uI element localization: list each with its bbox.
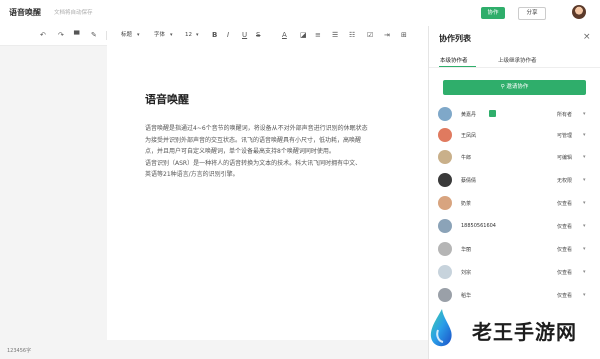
panel-title: 协作列表 (439, 34, 471, 43)
collaborator-row[interactable]: 华丽 仅查看 ▾ (429, 239, 600, 259)
table-icon[interactable]: ⊞ (401, 30, 407, 40)
collaborator-row[interactable]: 刘宗 仅查看 ▾ (429, 262, 600, 282)
collaborator-name: 18850561604 (461, 223, 496, 229)
font-color-icon[interactable]: A (282, 30, 287, 40)
collaborator-row[interactable]: 稻华 仅查看 ▾ (429, 285, 600, 305)
collaborator-name: 奶茶 (461, 201, 472, 207)
collaborator-row[interactable]: 18850561604 仅查看 ▾ (429, 216, 600, 236)
permission-label[interactable]: 仅查看 (557, 269, 572, 276)
chevron-down-icon[interactable]: ▾ (583, 246, 586, 252)
collaborator-row[interactable]: 牛郎 可编辑 ▾ (429, 147, 600, 167)
chevron-down-icon: ▾ (196, 32, 199, 38)
chevron-down-icon[interactable]: ▾ (583, 269, 586, 275)
invite-label: 邀请协作 (506, 84, 529, 90)
avatar (438, 173, 452, 187)
avatar (438, 128, 452, 142)
paragraph-line[interactable]: 语音识别（ASR）是一种将人的语音转换为文本的技术。科大讯飞同时拥有中文、 (145, 158, 428, 170)
collaborator-name: 王凤凤 (461, 133, 477, 139)
chevron-down-icon[interactable]: ▾ (583, 154, 586, 160)
avatar (438, 265, 452, 279)
collaborator-row[interactable]: 王凤凤 可管理 ▾ (429, 125, 600, 145)
heading-select[interactable]: 标题 (121, 30, 132, 40)
paragraph-line[interactable]: 点，并且用户可自定义唤醒词，单个设备最高支持8个唤醒词同时使用。 (145, 146, 428, 158)
tab-direct-collaborators[interactable]: 本级协作者 (440, 56, 468, 64)
permission-label[interactable]: 无权限 (557, 177, 572, 184)
permission-label[interactable]: 仅查看 (557, 246, 572, 253)
permission-label[interactable]: 仅查看 (557, 223, 572, 230)
collaborator-row[interactable]: 黄嘉丹 所有者 ▾ (429, 104, 600, 124)
bullet-list-icon[interactable]: ☰ (332, 30, 338, 40)
bold-icon[interactable]: B (212, 30, 217, 40)
invite-collaborator-button[interactable]: ⚲ 邀请协作 (443, 80, 586, 95)
collaborator-name: 牛郎 (461, 155, 472, 161)
paragraph-line[interactable]: 英语等21种语言/方言的识别引擎。 (145, 169, 428, 181)
highlight-icon[interactable]: ◪ (300, 30, 307, 40)
indent-icon[interactable]: ⇥ (384, 30, 390, 40)
paragraph-line[interactable]: 为接受并识别外部声音的交互状态。讯飞的语音唤醒具有小尺寸，低功耗，高唤醒 (145, 135, 428, 147)
close-icon[interactable]: × (583, 32, 591, 42)
permission-label[interactable]: 可编辑 (557, 154, 572, 161)
permission-label[interactable]: 仅查看 (557, 200, 572, 207)
align-icon[interactable]: ≡ (315, 30, 321, 40)
checkbox-icon[interactable]: ☑ (367, 30, 373, 40)
format-toolbar: ↶ ↷ ▀ ✎ 标题 ▾ 字体 ▾ 12 ▾ B I U S A ◪ ≡ ☰ ☷… (0, 26, 428, 46)
chevron-down-icon[interactable]: ▾ (583, 200, 586, 206)
redo-icon[interactable]: ↷ (58, 30, 64, 40)
undo-icon[interactable]: ↶ (40, 30, 46, 40)
clear-format-icon[interactable]: ✎ (91, 30, 97, 40)
divider (429, 67, 600, 68)
strikethrough-icon[interactable]: S (256, 30, 260, 40)
save-status: 文档将自动保存 (54, 10, 93, 16)
watermark-site-name: 老王手游网 (472, 320, 577, 344)
collaborator-name: 蔡倩倩 (461, 178, 477, 184)
permission-label[interactable]: 可管理 (557, 132, 572, 139)
collaborator-name: 稻华 (461, 293, 472, 299)
chevron-down-icon: ▾ (137, 32, 140, 38)
user-avatar[interactable] (572, 5, 586, 19)
paragraph-line[interactable]: 语音唤醒是指通过4~6个音节的唤醒词，将设备从不对外部声音进行识别的休眠状态 (145, 123, 428, 135)
avatar (438, 242, 452, 256)
avatar (438, 150, 452, 164)
format-painter-icon[interactable]: ▀ (74, 30, 79, 40)
underline-icon[interactable]: U (242, 30, 247, 40)
permission-label[interactable]: 所有者 (557, 111, 572, 118)
document-heading[interactable]: 语音唤醒 (145, 91, 189, 107)
avatar (438, 107, 452, 121)
chevron-down-icon[interactable]: ▾ (583, 292, 586, 298)
document-page[interactable]: 语音唤醒 语音唤醒是指通过4~6个音节的唤醒词，将设备从不对外部声音进行识别的休… (107, 45, 428, 340)
chevron-down-icon[interactable]: ▾ (583, 111, 586, 117)
tab-inherited-collaborators[interactable]: 上级继承协作者 (498, 56, 537, 64)
collaborator-name: 刘宗 (461, 270, 472, 276)
top-bar: 语音唤醒 文档将自动保存 协作 分享 (0, 0, 600, 27)
chevron-down-icon: ▾ (170, 32, 173, 38)
divider (106, 31, 107, 40)
avatar (438, 288, 452, 302)
collab-button[interactable]: 协作 (481, 7, 505, 19)
numbered-list-icon[interactable]: ☷ (349, 30, 355, 40)
collaborator-name: 黄嘉丹 (461, 112, 477, 118)
chevron-down-icon[interactable]: ▾ (583, 132, 586, 138)
avatar (438, 219, 452, 233)
owner-badge-icon (489, 110, 496, 117)
avatar (438, 196, 452, 210)
chevron-down-icon[interactable]: ▾ (583, 223, 586, 229)
collaborator-row[interactable]: 蔡倩倩 无权限 ▾ (429, 170, 600, 190)
word-count: 123456字 (7, 348, 32, 354)
collaborator-name: 华丽 (461, 247, 472, 253)
watermark-logo-icon (430, 309, 452, 347)
chevron-down-icon[interactable]: ▾ (583, 177, 586, 183)
permission-label[interactable]: 仅查看 (557, 292, 572, 299)
share-button[interactable]: 分享 (518, 7, 546, 20)
collaborator-row[interactable]: 奶茶 仅查看 ▾ (429, 193, 600, 213)
italic-icon[interactable]: I (227, 30, 229, 40)
doc-title[interactable]: 语音唤醒 (9, 7, 41, 18)
font-size-select[interactable]: 12 (185, 30, 192, 40)
font-select[interactable]: 字体 (154, 30, 165, 40)
